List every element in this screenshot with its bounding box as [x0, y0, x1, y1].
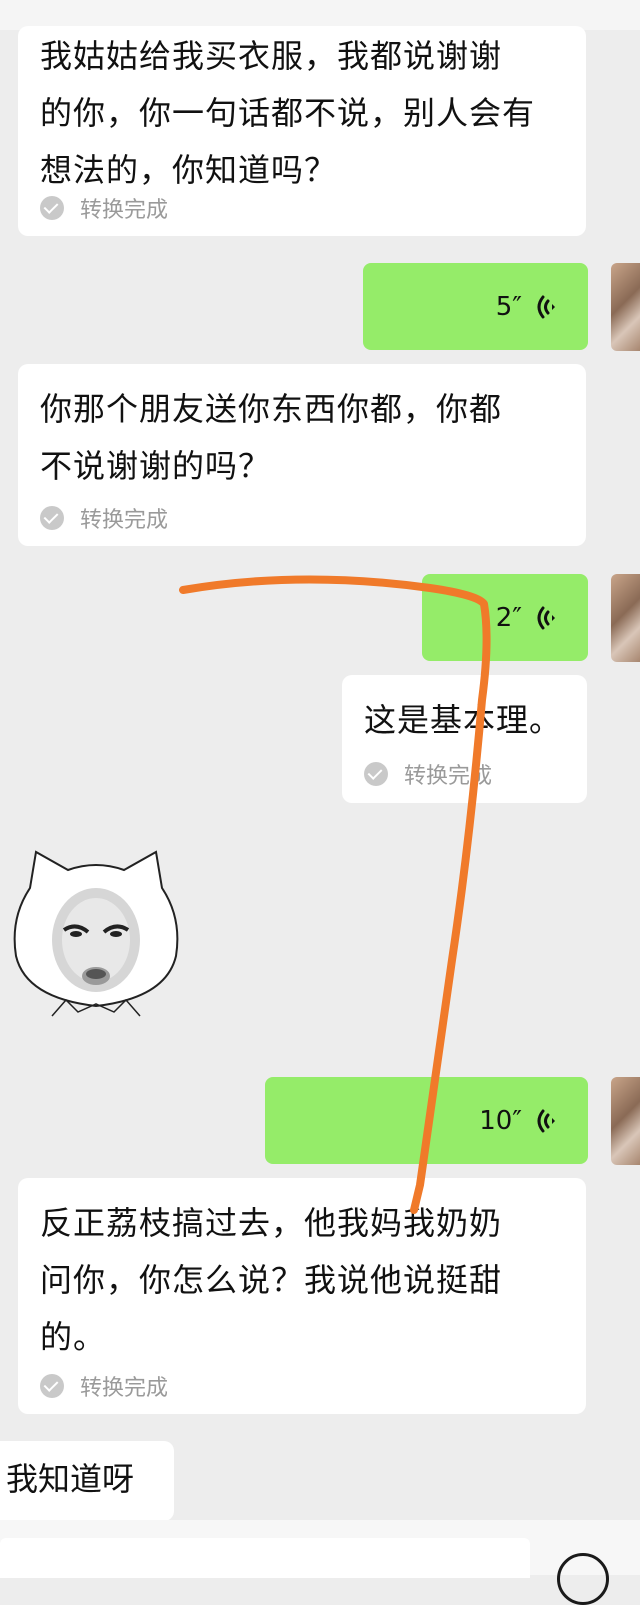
voice-message-bubble[interactable]: 5″ — [363, 263, 588, 350]
conversion-status-label: 转换完成 — [404, 764, 493, 789]
incoming-message-card[interactable]: 我知道呀 — [0, 1441, 174, 1521]
voice-message-bubble[interactable]: 2″ — [422, 574, 588, 661]
avatar[interactable] — [611, 574, 640, 662]
check-circle-icon — [40, 196, 64, 220]
check-circle-icon — [40, 506, 64, 530]
voice-duration: 5″ — [495, 291, 522, 322]
conversion-status: 转换完成 — [40, 502, 168, 534]
message-text: 这是基本理。 — [364, 701, 563, 739]
voice-wave-icon — [537, 606, 555, 629]
conversion-status: 转换完成 — [40, 192, 168, 224]
voice-wave-icon — [537, 295, 555, 318]
voice-message-bubble[interactable]: 10″ — [265, 1077, 588, 1164]
voice-duration: 2″ — [495, 602, 522, 633]
voice-wave-icon — [537, 1109, 555, 1132]
message-text: 你那个朋友送你东西你都，你都 不说谢谢的吗？ — [40, 390, 503, 485]
conversion-status-label: 转换完成 — [80, 508, 169, 533]
voice-duration: 10″ — [479, 1105, 522, 1136]
check-circle-icon — [40, 1374, 64, 1398]
check-circle-icon — [364, 762, 388, 786]
cat-face-sticker[interactable] — [6, 848, 186, 1028]
conversion-status: 转换完成 — [40, 1370, 168, 1402]
message-text: 我知道呀 — [6, 1460, 135, 1498]
plus-circle-icon[interactable] — [557, 1553, 609, 1605]
message-input[interactable] — [0, 1538, 530, 1578]
message-text: 我姑姑给我买衣服，我都说谢谢 的你，你一句话都不说，别人会有 想法的，你知道吗？ — [40, 37, 536, 189]
conversion-status-label: 转换完成 — [80, 1376, 169, 1401]
conversion-status: 转换完成 — [364, 758, 492, 790]
message-text: 反正荔枝搞过去，他我妈我奶奶 问你，你怎么说？我说他说挺甜 的。 — [40, 1204, 503, 1356]
avatar[interactable] — [611, 263, 640, 351]
conversion-status-label: 转换完成 — [80, 198, 169, 223]
avatar[interactable] — [611, 1077, 640, 1165]
